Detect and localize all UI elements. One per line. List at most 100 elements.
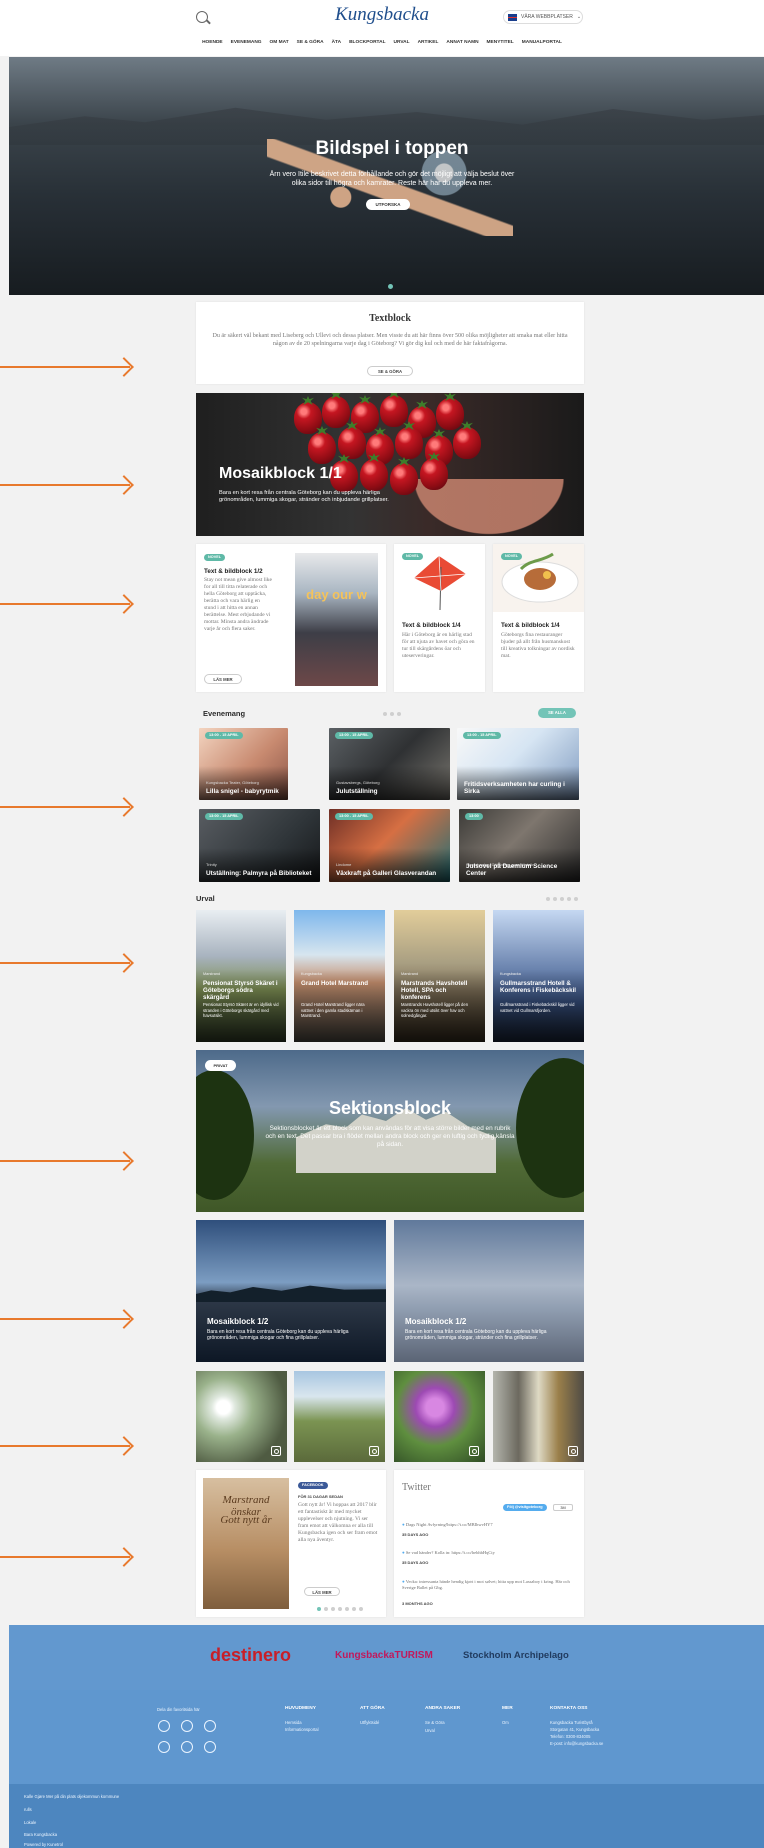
selection-description: Gullmarsstrand i Fiskebäckskil ligger vi…	[500, 1002, 575, 1013]
event-title: Lilla snigel - babyrytmik	[206, 788, 279, 795]
event-card[interactable]: 13:00 - 15 APRIL Lindome Växkraft på Gal…	[329, 809, 450, 882]
hero-title: Bildspel i toppen	[315, 138, 469, 159]
footer-link[interactable]: Informationsportal	[285, 1727, 319, 1733]
urval-pagination[interactable]	[546, 897, 578, 901]
selection-card[interactable]: Kungsbacka Gullmarsstrand Hotell & Konfe…	[493, 910, 584, 1042]
facebook-read-more-button[interactable]: LÄS MER	[304, 1587, 340, 1596]
footer-bottom-link[interactable]: Kalle Gjøre Mer på din plats oljekommun …	[24, 1794, 119, 1800]
instagram-icon[interactable]	[181, 1741, 193, 1753]
text-image-card-quarter: NOVEL Text & bildblock 1/4 Göteborgs fin…	[493, 544, 584, 692]
twitter-icon: ●	[402, 1550, 405, 1555]
tweet-text: Vecka: intressanta hände hendig kjørt i …	[402, 1579, 570, 1590]
nav-item[interactable]: SE & GÖRA	[297, 40, 324, 50]
event-date-tag: 13:00 - 15 APRIL	[205, 813, 243, 820]
nav-item[interactable]: MANUALPORTAL	[522, 40, 562, 50]
contact-line: E-post: info@kungsbacka.se	[550, 1741, 604, 1746]
footer-bottom-link[interactable]: Lokale	[24, 1820, 36, 1826]
chevron-down-icon: ⌄	[576, 14, 582, 20]
instagram-photo[interactable]	[294, 1371, 385, 1462]
card-title: Text & bildblock 1/4	[402, 622, 461, 629]
card-description: Stay not mean give almost like for all t…	[204, 577, 272, 632]
instagram-photo[interactable]	[493, 1371, 584, 1462]
selection-card[interactable]: Marstrand Pensionat Styrsö Skäret i Göte…	[196, 910, 286, 1042]
twitter-icon: ●	[402, 1579, 405, 1584]
footer-bottom-link[interactable]: Bara Kungsbacka	[24, 1832, 57, 1838]
flag-icon	[508, 13, 517, 21]
footer-link[interactable]: Se & Göra	[425, 1720, 445, 1726]
selection-location: Marstrand	[203, 972, 221, 976]
arrow-icon	[0, 366, 130, 368]
event-card[interactable]: 13:00 Kungsbacka · Göteborgs gummifabrik…	[459, 809, 580, 882]
twitter-follow-button[interactable]: Följ @visitgoteborg	[503, 1504, 547, 1511]
mosaic-half-description: Bara en kort resa från centrala Göteborg…	[405, 1329, 547, 1341]
nav-item[interactable]: URVAL	[394, 40, 410, 50]
card-button[interactable]: LÄS MER	[204, 674, 242, 684]
arrow-icon	[0, 1556, 130, 1558]
linkedin-icon[interactable]	[181, 1720, 193, 1732]
footer-column-heading: ATT GÖRA	[360, 1706, 385, 1711]
language-selector[interactable]: VÄRA WEBBPLATSER ⌄	[503, 10, 583, 24]
destinero-logo[interactable]: destinero	[210, 1645, 291, 1666]
selection-card[interactable]: Kungsbacka Grand Hotel Marstrand Grand H…	[294, 910, 385, 1042]
facebook-post-text: Gott nytt år! Vi hoppas att 2017 blir et…	[298, 1502, 378, 1543]
nav-item[interactable]: HOENDE	[202, 40, 223, 50]
search-icon[interactable]	[196, 11, 208, 23]
footer-link[interactable]: Urval	[425, 1728, 435, 1734]
instagram-photo[interactable]	[196, 1371, 287, 1462]
event-card[interactable]: 13:00 - 15 APRIL Trinity Utställning: Pa…	[199, 809, 320, 882]
event-date-tag: 13:00	[465, 813, 483, 820]
mosaic-full-description: Bara en kort resa från centrala Göteborg…	[219, 490, 389, 503]
hero-button[interactable]: UTFORSKA	[366, 199, 410, 210]
instagram-icon	[568, 1446, 578, 1456]
site-logo[interactable]: Kungsbacka	[332, 4, 432, 28]
event-date-tag: 13:00 - 15 APRIL	[335, 813, 373, 820]
mosaic-block-half: Mosaikblock 1/2 Bara en kort resa från c…	[394, 1220, 584, 1362]
event-title: Växkraft på Galleri Glasverandan	[336, 870, 437, 877]
twitter-feed: Twitter Följ @visitgoteborg 3M ● Dags Ni…	[394, 1470, 584, 1617]
text-block-title: Textblock	[369, 313, 411, 324]
footer-link[interactable]: Utflyktsidé	[360, 1720, 379, 1726]
text-block-button[interactable]: SE & GÖRA	[367, 366, 413, 376]
section-tag: PRIVAT	[205, 1060, 236, 1071]
footer-link[interactable]: Om	[502, 1720, 509, 1726]
facebook-pagination[interactable]	[317, 1607, 363, 1611]
hand-image	[394, 479, 584, 536]
kungsbacka-turism-logo[interactable]: KungsbackaTURISM	[335, 1650, 433, 1661]
nav-item[interactable]: BLOCKPORTAL	[349, 40, 385, 50]
event-location: Kungsbacka Teater, Göteborg	[206, 780, 259, 785]
twitter-icon[interactable]	[204, 1720, 216, 1732]
footer-link[interactable]: Hemsida	[285, 1720, 302, 1726]
email-icon[interactable]	[204, 1741, 216, 1753]
stockholm-archipelago-logo[interactable]: Stockholm Archipelago	[463, 1650, 569, 1661]
instagram-photo[interactable]	[394, 1371, 485, 1462]
text-image-card-quarter: NOVEL Text & bildblock 1/4 Här i Götebor…	[394, 544, 485, 692]
slider-dot[interactable]	[388, 284, 393, 289]
language-label: VÄRA WEBBPLATSER	[521, 14, 573, 20]
text-block-description: Du är säkert väl bekant med Liseberg och…	[212, 333, 568, 347]
facebook-icon[interactable]	[158, 1720, 170, 1732]
text-image-card-half: NOVEL Text & bildblock 1/2 Stay not mean…	[196, 544, 386, 692]
events-heading: Evenemang	[203, 709, 246, 718]
card-description: Här i Göteborg är en härlig stad för att…	[402, 632, 475, 659]
event-card[interactable]: 13:00 - 15 APRIL Fritidsverksamheten har…	[457, 728, 579, 800]
nav-item[interactable]: ANNAT NAMN	[446, 40, 478, 50]
selection-card[interactable]: Marstrand Marstrands Havshotell Hotell, …	[394, 910, 485, 1042]
see-all-events-button[interactable]: SE ALLA	[538, 708, 576, 718]
event-date-tag: 13:00 - 15 APRIL	[335, 732, 373, 739]
nav-item[interactable]: MENYTITEL	[487, 40, 514, 50]
nav-item[interactable]: ÄTA	[332, 40, 342, 50]
image-caption-line-2: Gott nytt år	[220, 1514, 272, 1526]
event-card[interactable]: 13:00 - 15 APRIL Kungsbacka Teater, Göte…	[199, 728, 288, 800]
section-description: Sektionsblocket är ett block som kan anv…	[265, 1125, 515, 1148]
footer-bottom-link[interactable]: rulls	[24, 1807, 32, 1813]
events-pagination[interactable]	[383, 712, 401, 716]
card-title: Text & bildblock 1/2	[204, 568, 263, 575]
youtube-icon[interactable]	[158, 1741, 170, 1753]
nav-item[interactable]: EVENEMANG	[231, 40, 262, 50]
instagram-icon	[369, 1446, 379, 1456]
event-date-tag: 13:00 - 15 APRIL	[463, 732, 501, 739]
nav-item[interactable]: ARTIKEL	[418, 40, 439, 50]
facebook-tag: FACEBOOK	[298, 1482, 328, 1489]
event-card[interactable]: 13:00 - 15 APRIL Gustavsbergs, Göteborg …	[329, 728, 450, 800]
nav-item[interactable]: OM MAT	[270, 40, 289, 50]
